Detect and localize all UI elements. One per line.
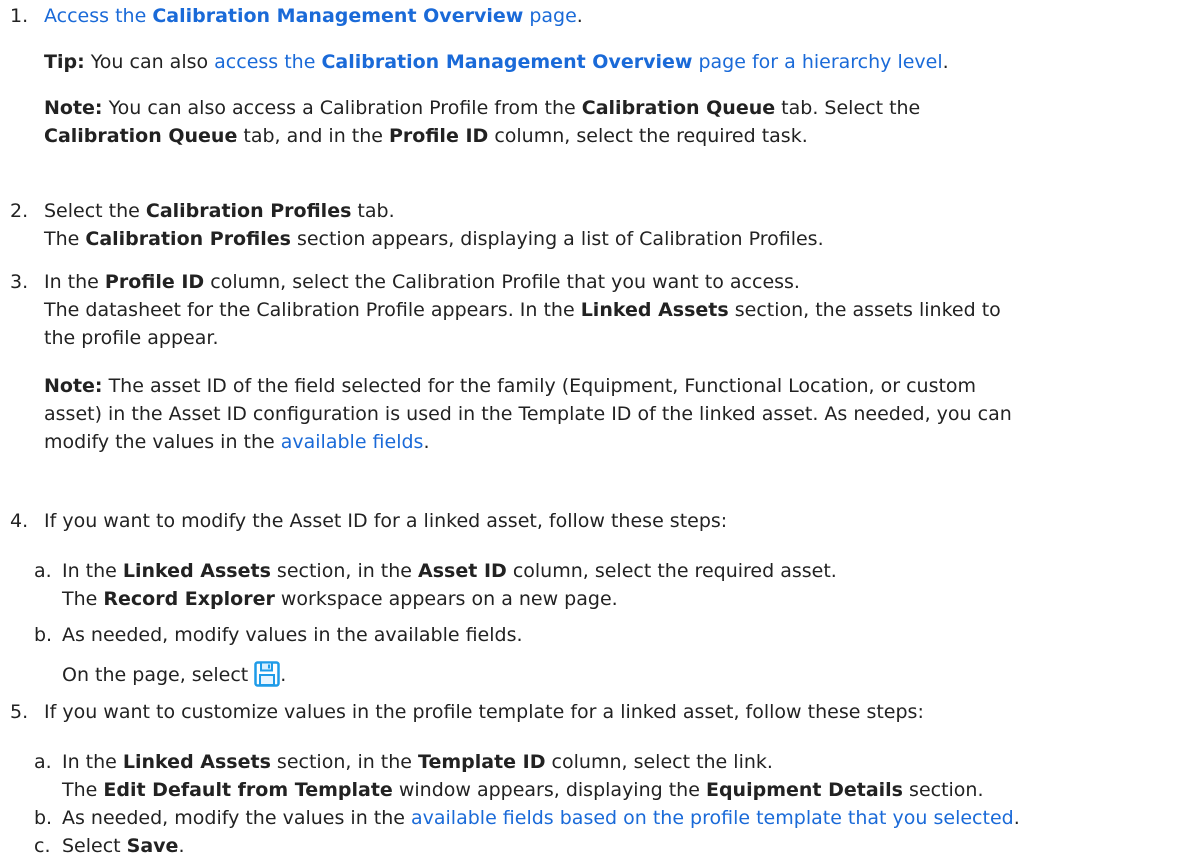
step-5-text: If you want to customize values in the p… bbox=[44, 701, 924, 723]
hierarchy-level-link[interactable]: access the Calibration Management Overvi… bbox=[214, 51, 942, 73]
note-text: Note: You can also access a Calibration … bbox=[44, 97, 921, 147]
substep-letter: a. bbox=[34, 560, 52, 582]
step-number: 3. bbox=[10, 271, 29, 293]
step-number: 4. bbox=[10, 510, 29, 532]
available-fields-link[interactable]: available fields bbox=[281, 431, 424, 453]
tip-label: Tip: bbox=[44, 51, 85, 73]
procedure-page: 1. Access the Calibration Management Ove… bbox=[0, 0, 1200, 861]
note-label: Note: bbox=[44, 97, 103, 119]
substep-letter: b. bbox=[34, 624, 53, 646]
substep-letter: a. bbox=[34, 751, 52, 773]
step-4-text: If you want to modify the Asset ID for a… bbox=[44, 510, 728, 532]
profile-template-fields-link[interactable]: available fields based on the profile te… bbox=[411, 807, 1014, 829]
step-number: 5. bbox=[10, 701, 29, 723]
note-text: Note: The asset ID of the field selected… bbox=[44, 375, 1012, 453]
save-icon[interactable] bbox=[254, 661, 281, 687]
step-4b-save-text: On the page, select . bbox=[62, 661, 1184, 689]
note-label: Note: bbox=[44, 375, 103, 397]
substep-letter: b. bbox=[34, 807, 53, 829]
step-4a-text: In the Linked Assets section, in the Ass… bbox=[62, 560, 837, 610]
step-5a-text: In the Linked Assets section, in the Tem… bbox=[62, 751, 984, 801]
calibration-overview-link[interactable]: Access the Calibration Management Overvi… bbox=[44, 5, 577, 27]
step-3-text: In the Profile ID column, select the Cal… bbox=[44, 271, 1001, 349]
step-5c-text: Select Save. bbox=[62, 835, 185, 857]
tip-text: Tip: You can also access the Calibration… bbox=[44, 51, 949, 73]
substep-letter: c. bbox=[34, 835, 51, 857]
step-4b-text: As needed, modify values in the availabl… bbox=[62, 624, 523, 646]
step-number: 2. bbox=[10, 200, 29, 222]
step-1-instruction: Access the Calibration Management Overvi… bbox=[44, 5, 583, 27]
step-5b-text: As needed, modify the values in the avai… bbox=[62, 807, 1020, 829]
step-2-text: Select the Calibration Profiles tab. The… bbox=[44, 200, 824, 250]
step-number: 1. bbox=[10, 5, 29, 27]
